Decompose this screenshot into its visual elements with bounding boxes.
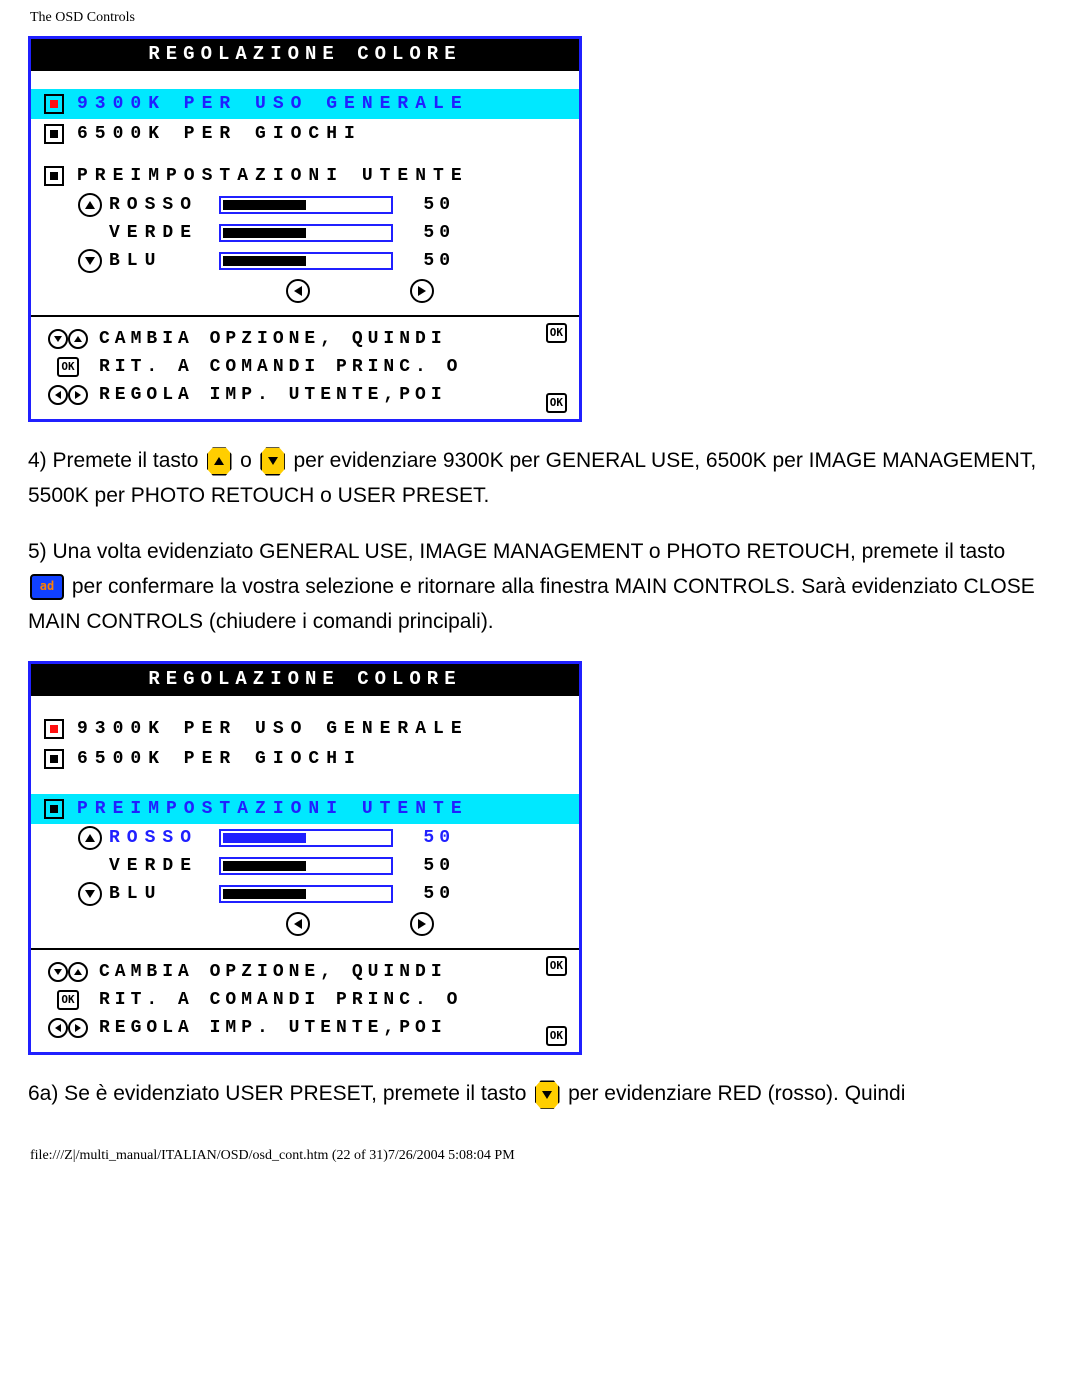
red-slider[interactable] [219,196,393,214]
option-9300k[interactable]: 9300K PER USO GENERALE [31,89,579,119]
instruction-step-5: 5) Una volta evidenziato GENERAL USE, IM… [0,513,1080,639]
green-slider[interactable] [219,857,393,875]
red-slider[interactable] [219,829,393,847]
option-6500k-label: 6500K PER GIOCHI [67,749,362,769]
text: o [240,449,252,472]
osd-panel-1: REGOLAZIONE COLORE 9300K PER USO GENERAL… [28,36,582,422]
panel2-title: REGOLAZIONE COLORE [31,664,579,696]
arrow-left-icon[interactable] [286,279,310,303]
text: 5) Una volta evidenziato GENERAL USE, IM… [28,540,1005,563]
panel1-footer: CAMBIA OPZIONE, QUINDI OK OK RIT. A COMA… [31,315,579,419]
osd-panel-2: REGOLAZIONE COLORE 9300K PER USO GENERAL… [28,661,582,1055]
panel2-footer: CAMBIA OPZIONE, QUINDI OK OK RIT. A COMA… [31,948,579,1052]
green-slider[interactable] [219,224,393,242]
blue-value: 50 [405,251,455,271]
radio-selected-icon [41,94,67,114]
instruction-step-4: 4) Premete il tasto o per evidenziare 93… [0,422,1080,513]
rgb-blue-row: BLU 50 [31,247,579,275]
radio-unselected-icon [41,124,67,144]
page-footer: file:///Z|/multi_manual/ITALIAN/OSD/osd_… [0,1112,1080,1178]
arrow-up-icon[interactable] [78,193,102,217]
footer-line-2: RIT. A COMANDI PRINC. O [95,357,462,377]
radio-selected-icon [41,719,67,739]
arrow-down-icon[interactable] [78,249,102,273]
option-6500k[interactable]: 6500K PER GIOCHI [31,119,579,149]
option-6500k-label: 6500K PER GIOCHI [67,124,362,144]
arrow-left-icon [48,1018,68,1038]
text: 4) Premete il tasto [28,449,198,472]
ok-icon: OK [546,393,567,413]
red-value: 50 [405,195,455,215]
ok-icon: OK [57,990,78,1010]
blue-label: BLU [109,884,219,904]
blue-label: BLU [109,251,219,271]
option-9300k[interactable]: 9300K PER USO GENERALE [31,714,579,744]
arrow-right-icon[interactable] [410,912,434,936]
arrow-down-icon[interactable] [78,882,102,906]
rgb-red-row: ROSSO 50 [31,191,579,219]
text: per evidenziare RED (rosso). Quindi [568,1082,905,1105]
footer-line-3: REGOLA IMP. UTENTE,POI [95,1018,447,1038]
arrow-down-icon [48,962,68,982]
arrow-right-icon [68,1018,88,1038]
button-up-icon [206,448,232,474]
option-9300k-label: 9300K PER USO GENERALE [67,719,469,739]
green-label: VERDE [109,856,219,876]
blue-slider[interactable] [219,252,393,270]
arrow-up-icon[interactable] [78,826,102,850]
footer-line-1: CAMBIA OPZIONE, QUINDI [95,329,447,349]
footer-line-3: REGOLA IMP. UTENTE,POI [95,385,447,405]
option-user-preset[interactable]: PREIMPOSTAZIONI UTENTE [31,794,579,824]
page-header: The OSD Controls [0,0,1080,26]
footer-line-2: RIT. A COMANDI PRINC. O [95,990,462,1010]
radio-unselected-icon [41,799,67,819]
instruction-step-6a: 6a) Se è evidenziato USER PRESET, premet… [0,1055,1080,1112]
arrow-left-icon [48,385,68,405]
rgb-green-row: VERDE 50 [31,852,579,880]
red-label: ROSSO [109,195,219,215]
green-value: 50 [405,856,455,876]
arrow-right-icon[interactable] [410,279,434,303]
green-label: VERDE [109,223,219,243]
rgb-red-row: ROSSO 50 [31,824,579,852]
arrow-down-icon [48,329,68,349]
ok-icon: OK [546,956,567,976]
ok-icon: OK [546,1026,567,1046]
red-value: 50 [405,828,455,848]
option-6500k[interactable]: 6500K PER GIOCHI [31,744,579,774]
blue-value: 50 [405,884,455,904]
button-down-icon [534,1082,560,1108]
panel1-title: REGOLAZIONE COLORE [31,39,579,71]
red-label: ROSSO [109,828,219,848]
button-ok-icon: ad [30,574,64,600]
user-preset-label: PREIMPOSTAZIONI UTENTE [67,799,469,819]
footer-line-1: CAMBIA OPZIONE, QUINDI [95,962,447,982]
option-9300k-label: 9300K PER USO GENERALE [67,94,469,114]
arrow-up-icon [68,962,88,982]
arrow-left-icon[interactable] [286,912,310,936]
radio-unselected-icon [41,166,67,186]
blue-slider[interactable] [219,885,393,903]
option-user-preset[interactable]: PREIMPOSTAZIONI UTENTE [31,161,579,191]
rgb-green-row: VERDE 50 [31,219,579,247]
radio-unselected-icon [41,749,67,769]
text: per confermare la vostra selezione e rit… [28,575,1035,633]
ok-icon: OK [57,357,78,377]
ok-icon: OK [546,323,567,343]
user-preset-label: PREIMPOSTAZIONI UTENTE [67,166,469,186]
arrow-up-icon [68,329,88,349]
text: 6a) Se è evidenziato USER PRESET, premet… [28,1082,526,1105]
button-down-icon [260,448,286,474]
green-value: 50 [405,223,455,243]
arrow-right-icon [68,385,88,405]
rgb-blue-row: BLU 50 [31,880,579,908]
